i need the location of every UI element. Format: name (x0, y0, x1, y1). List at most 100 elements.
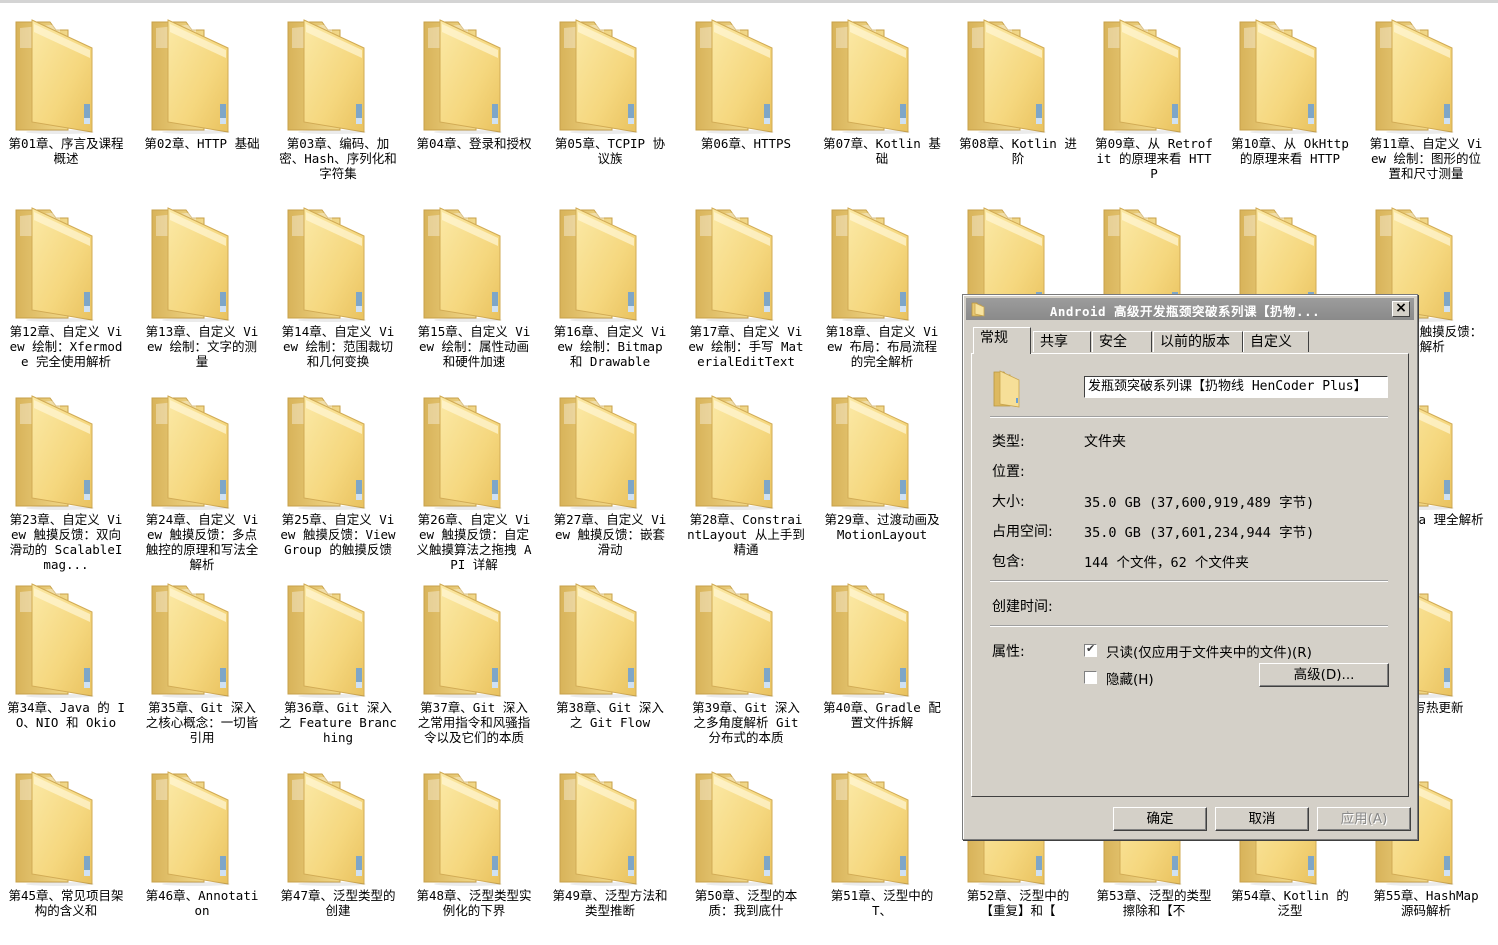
folder-item[interactable]: 第09章、从 Retrofit 的原理来看 HTTP (1090, 8, 1226, 193)
folder-icon (10, 394, 106, 510)
folder-label: 第47章、泛型类型的创建 (280, 888, 396, 918)
folder-label: 第09章、从 Retrofit 的原理来看 HTTP (1095, 136, 1213, 181)
close-icon[interactable]: × (1392, 301, 1410, 317)
folder-icon (554, 206, 650, 322)
hidden-label[interactable]: 隐藏(H) (1106, 668, 1154, 688)
folder-item[interactable]: 第28章、ConstraintLayout 从上手到精通 (682, 384, 818, 569)
folder-item[interactable]: 第12章、自定义 View 绘制：Xfermode 完全使用解析 (2, 196, 138, 381)
folder-icon (690, 770, 786, 886)
folder-item[interactable]: 第10章、从 OkHttp 的原理来看 HTTP (1226, 8, 1362, 193)
folder-icon (1370, 18, 1466, 134)
folder-name-input[interactable]: 发瓶颈突破系列课【扔物线 HenCoder Plus】 (1084, 376, 1388, 398)
folder-item[interactable]: 第38章、Git 深入之 Git Flow (546, 572, 682, 757)
folder-label: 第23章、自定义 View 触摸反馈：双向滑动的 ScalableImag... (9, 512, 123, 572)
folder-label: 第11章、自定义 View 绘制：图形的位置和尺寸测量 (1369, 136, 1483, 181)
folder-item[interactable]: 第08章、Kotlin 进阶 (954, 8, 1090, 193)
folder-label: 第15章、自定义 View 绘制：属性动画和硬件加速 (417, 324, 531, 369)
folder-label: 第25章、自定义 View 触摸反馈：ViewGroup 的触摸反馈 (280, 512, 396, 557)
folder-item[interactable]: 第18章、自定义 View 布局：布局流程的完全解析 (818, 196, 954, 381)
tab-sharing[interactable]: 共享 (1033, 331, 1091, 352)
tab-general[interactable]: 常规 (973, 327, 1031, 354)
folder-item[interactable]: 第24章、自定义 View 触摸反馈：多点触控的原理和写法全解析 (138, 384, 274, 572)
folder-label: 第10章、从 OkHttp 的原理来看 HTTP (1231, 136, 1349, 166)
folder-label: 第39章、Git 深入之多角度解析 Git 分布式的本质 (692, 700, 800, 745)
folder-item[interactable]: 第36章、Git 深入之 Feature Branching (274, 572, 410, 757)
created-label: 创建时间: (992, 599, 1053, 615)
folder-item[interactable]: 第37章、Git 深入之常用指令和风骚指令以及它们的本质 (410, 572, 546, 757)
folder-item[interactable]: 第26章、自定义 View 触摸反馈：自定义触摸算法之拖拽 API 详解 (410, 384, 546, 572)
separator (990, 625, 1388, 627)
folder-label: 第29章、过渡动画及 MotionLayout (824, 512, 940, 542)
folder-label: 第28章、ConstraintLayout 从上手到精通 (687, 512, 805, 557)
readonly-label[interactable]: 只读(仅应用于文件夹中的文件)(R) (1106, 641, 1312, 661)
folder-icon (10, 206, 106, 322)
folder-item[interactable]: 第29章、过渡动画及 MotionLayout (818, 384, 954, 569)
folder-item[interactable]: 第17章、自定义 View 绘制：手写 MaterialEditText (682, 196, 818, 381)
folder-icon (1098, 18, 1194, 134)
readonly-checkbox[interactable]: ✔ (1084, 642, 1097, 657)
properties-dialog: Android 高级开发瓶颈突破系列课【扔物... × 常规 共享 安全 以前的… (962, 294, 1418, 840)
folder-item[interactable]: 第01章、序言及课程概述 (2, 8, 138, 193)
folder-label: 第36章、Git 深入之 Feature Branching (279, 700, 397, 745)
folder-item[interactable]: 第51章、泛型中的 T、 (818, 760, 954, 945)
folder-label: 第45章、常见项目架构的含义和 (8, 888, 124, 918)
folder-item[interactable]: 第49章、泛型方法和类型推断 (546, 760, 682, 945)
folder-item[interactable]: 第46章、Annotation (138, 760, 274, 945)
tab-security[interactable]: 安全 (1092, 331, 1152, 352)
folder-label: 第08章、Kotlin 进阶 (959, 136, 1077, 166)
folder-item[interactable]: 第27章、自定义 View 触摸反馈：嵌套滑动 (546, 384, 682, 569)
folder-icon (971, 302, 985, 317)
apply-button[interactable]: 应用(A) (1317, 807, 1411, 831)
folder-label: 第40章、Gradle 配置文件拆解 (823, 700, 941, 730)
tab-strip: 常规 共享 安全 以前的版本 自定义 (971, 327, 1411, 354)
folder-item[interactable]: 第04章、登录和授权 (410, 8, 546, 193)
folder-label: 第26章、自定义 View 触摸反馈：自定义触摸算法之拖拽 API 详解 (416, 512, 532, 572)
folder-icon (146, 206, 242, 322)
folder-item[interactable]: 第13章、自定义 View 绘制：文字的测量 (138, 196, 274, 381)
folder-icon (690, 394, 786, 510)
ok-button[interactable]: 确定 (1113, 807, 1207, 831)
hidden-checkbox[interactable] (1084, 671, 1097, 684)
dialog-titlebar[interactable]: Android 高级开发瓶颈突破系列课【扔物... × (966, 298, 1414, 320)
folder-label: 第52章、泛型中的【重复】和【 (966, 888, 1070, 918)
tab-customize[interactable]: 自定义 (1243, 331, 1309, 352)
folder-item[interactable]: 第15章、自定义 View 绘制：属性动画和硬件加速 (410, 196, 546, 381)
folder-item[interactable]: 第50章、泛型的本质：我到底什 (682, 760, 818, 945)
cancel-button[interactable]: 取消 (1215, 807, 1309, 831)
tab-previous-versions[interactable]: 以前的版本 (1153, 331, 1243, 352)
folder-label: 第35章、Git 深入之核心概念：一切皆引用 (145, 700, 259, 745)
folder-item[interactable]: 第40章、Gradle 配置文件拆解 (818, 572, 954, 757)
folder-item[interactable]: 第25章、自定义 View 触摸反馈：ViewGroup 的触摸反馈 (274, 384, 410, 569)
folder-item[interactable]: 第16章、自定义 View 绘制：Bitmap 和 Drawable (546, 196, 682, 381)
folder-item[interactable]: 第14章、自定义 View 绘制：范围裁切和几何变换 (274, 196, 410, 381)
folder-label: 第27章、自定义 View 触摸反馈：嵌套滑动 (553, 512, 667, 557)
folder-icon (826, 18, 922, 134)
checkmark-icon: ✔ (1086, 642, 1096, 655)
folder-label: 第49章、泛型方法和类型推断 (552, 888, 668, 918)
advanced-button[interactable]: 高级(D)... (1259, 663, 1389, 687)
folder-item[interactable]: 第45章、常见项目架构的含义和 (2, 760, 138, 945)
folder-icon (690, 18, 786, 134)
folder-item[interactable]: 第39章、Git 深入之多角度解析 Git 分布式的本质 (682, 572, 818, 757)
folder-item[interactable]: 第03章、编码、加密、Hash、序列化和字符集 (274, 8, 410, 193)
folder-icon (826, 206, 922, 322)
folder-item[interactable]: 第48章、泛型类型实例化的下界 (410, 760, 546, 945)
top-border (0, 0, 1498, 3)
folder-label: 第54章、Kotlin 的泛型 (1231, 888, 1349, 918)
folder-icon (282, 18, 378, 134)
folder-label: 第02章、HTTP 基础 (144, 136, 260, 151)
separator (990, 416, 1388, 418)
folder-item[interactable]: 第07章、Kotlin 基础 (818, 8, 954, 193)
folder-item[interactable]: 第35章、Git 深入之核心概念：一切皆引用 (138, 572, 274, 757)
folder-label: 第18章、自定义 View 布局：布局流程的完全解析 (825, 324, 939, 369)
folder-item[interactable]: 第02章、HTTP 基础 (138, 8, 274, 193)
folder-item[interactable]: 第23章、自定义 View 触摸反馈：双向滑动的 ScalableImag... (2, 384, 138, 572)
folder-item[interactable]: 第11章、自定义 View 绘制：图形的位置和尺寸测量 (1362, 8, 1498, 193)
folder-item[interactable]: 第47章、泛型类型的创建 (274, 760, 410, 945)
folder-label: 第13章、自定义 View 绘制：文字的测量 (145, 324, 259, 369)
folder-item[interactable]: 第34章、Java 的 IO、NIO 和 Okio (2, 572, 138, 757)
folder-label: 第05章、TCPIP 协议族 (554, 136, 666, 166)
folder-item[interactable]: 第05章、TCPIP 协议族 (546, 8, 682, 193)
separator (990, 580, 1388, 582)
folder-item[interactable]: 第06章、HTTPS (682, 8, 818, 193)
